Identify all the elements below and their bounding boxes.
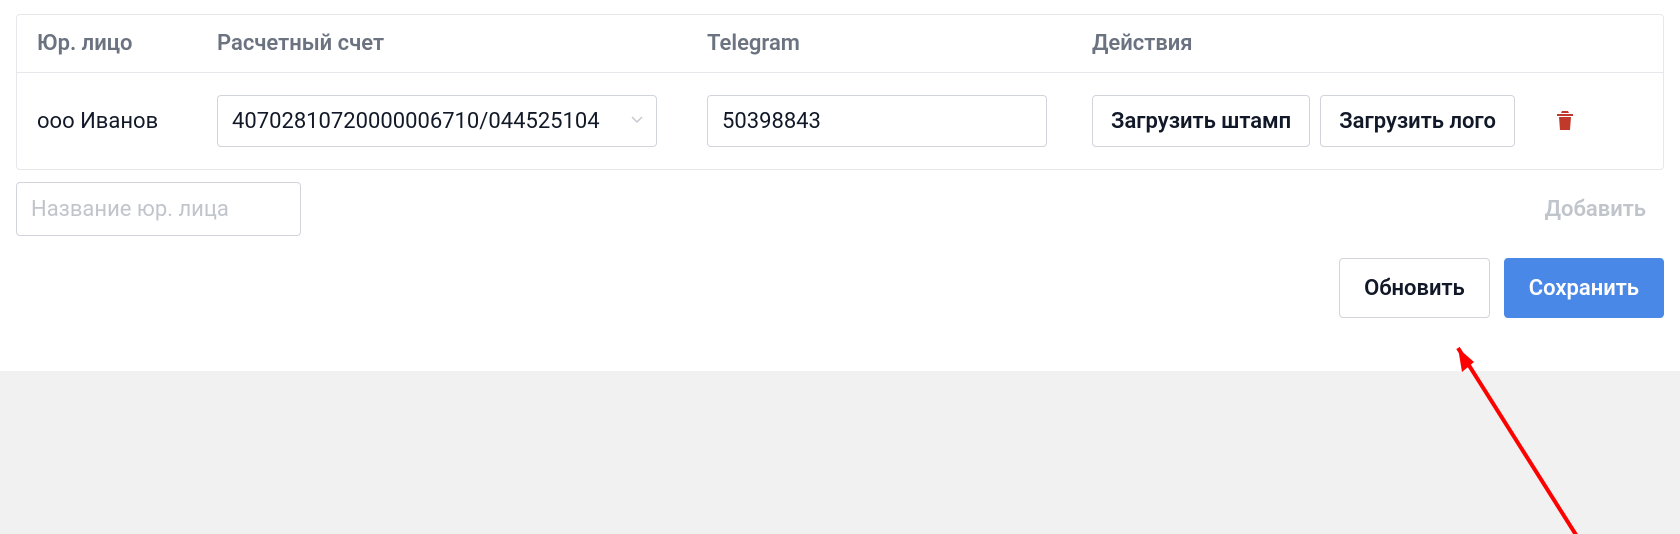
footer-actions: Обновить Сохранить [16,258,1664,318]
column-header-telegram: Telegram [707,31,1092,56]
table-header-row: Юр. лицо Расчетный счет Telegram Действи… [17,15,1663,73]
trash-icon [1554,108,1576,135]
delete-row-button[interactable] [1545,101,1585,141]
telegram-input[interactable] [707,95,1047,147]
upload-logo-button[interactable]: Загрузить лого [1320,95,1515,147]
refresh-button[interactable]: Обновить [1339,258,1490,318]
column-header-actions: Действия [1092,31,1643,56]
upload-stamp-button[interactable]: Загрузить штамп [1092,95,1310,147]
save-button[interactable]: Сохранить [1504,258,1664,318]
entity-name-cell: ооо Иванов [37,109,217,134]
actions-cell: Загрузить штамп Загрузить лого [1092,95,1643,147]
add-entity-button[interactable]: Добавить [1527,182,1664,236]
legal-entities-panel: Юр. лицо Расчетный счет Telegram Действи… [0,14,1680,318]
table-row: ооо Иванов Загрузить штамп Загрузить лог… [17,73,1663,169]
account-select-value[interactable] [217,95,657,147]
column-header-account: Расчетный счет [217,31,707,56]
account-select[interactable] [217,95,657,147]
entity-name-input[interactable] [16,182,301,236]
legal-entities-table: Юр. лицо Расчетный счет Telegram Действи… [16,14,1664,170]
page-background [0,371,1680,534]
column-header-entity: Юр. лицо [37,31,217,56]
add-entity-row: Добавить [16,182,1664,236]
